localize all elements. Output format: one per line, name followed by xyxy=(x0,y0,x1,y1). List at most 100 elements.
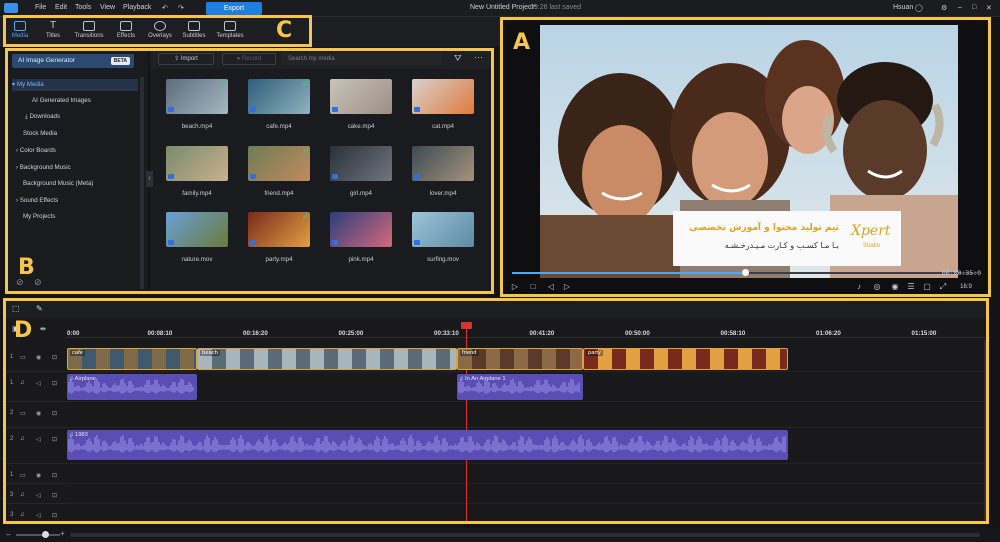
tab-subtitles[interactable]: Subtitles xyxy=(176,20,212,46)
video-clip[interactable]: party xyxy=(583,348,788,370)
scrubber-knob[interactable] xyxy=(741,269,749,276)
export-button[interactable]: Export xyxy=(206,2,262,15)
pen-tool-icon[interactable]: ✎ xyxy=(36,304,43,313)
audio-clip[interactable]: ♫ In An Airplane 1 xyxy=(457,374,583,400)
media-thumbnail[interactable] xyxy=(412,79,474,114)
tab-effects[interactable]: Effects xyxy=(108,20,144,46)
next-frame-icon[interactable]: ▷ xyxy=(562,282,572,292)
zoom-slider-knob[interactable] xyxy=(42,531,49,538)
play-icon[interactable]: ▷ xyxy=(510,282,520,292)
library-item-my-media[interactable]: ▾ My Media xyxy=(12,81,44,88)
lock-icon[interactable]: ⊡ xyxy=(52,436,57,443)
stop-icon[interactable]: □ xyxy=(528,282,538,292)
track-row[interactable] xyxy=(66,484,988,504)
track-row[interactable] xyxy=(66,504,988,523)
fit-icon[interactable]: ▢ xyxy=(922,282,932,292)
record-voice-icon[interactable]: ◉ xyxy=(890,282,900,292)
media-thumbnail[interactable]: ✓ xyxy=(248,212,310,247)
video-clip[interactable]: cafe xyxy=(67,348,197,370)
track-header[interactable]: 1 ▭ ◉ ⊡ xyxy=(6,464,66,484)
user-icon[interactable]: ◯ xyxy=(915,4,923,12)
minimize-icon[interactable]: – xyxy=(958,4,962,11)
track-header[interactable]: 2 ♫ ◁ ⊡ xyxy=(6,428,66,464)
settings-icon[interactable]: ⚙ xyxy=(941,4,947,12)
library-item-sound-effects[interactable]: › Sound Effects xyxy=(16,197,58,204)
import-button[interactable]: ⇪ Import xyxy=(158,53,214,65)
preview-video-frame[interactable]: تیم تولید محتوا و آموزش تخصصی بـا مـا کس… xyxy=(540,25,958,278)
track-header[interactable]: 2 ▭ ◉ ⊡ xyxy=(6,402,66,428)
filter-icon[interactable]: ⛛ xyxy=(454,53,462,64)
media-thumbnail[interactable] xyxy=(166,146,228,181)
menu-edit[interactable]: Edit xyxy=(55,4,67,11)
menu-file[interactable]: File xyxy=(35,4,46,11)
media-thumbnail[interactable] xyxy=(330,79,392,114)
media-thumbnail[interactable] xyxy=(412,146,474,181)
library-item-stock-media[interactable]: Stock Media xyxy=(23,130,57,137)
close-icon[interactable]: ✕ xyxy=(986,4,992,12)
track-header[interactable]: 1 ▭ ◉ ⊡ xyxy=(6,346,66,372)
audio-clip[interactable]: ♫ 1983 xyxy=(67,430,788,460)
tab-transitions[interactable]: Transitions xyxy=(71,20,107,46)
lock-icon[interactable]: ⊡ xyxy=(52,512,57,519)
mute-icon[interactable]: ◁ xyxy=(36,492,41,499)
library-item-downloads[interactable]: ⤓ Downloads xyxy=(25,113,60,121)
video-clip[interactable]: beach xyxy=(197,348,457,370)
track-row[interactable] xyxy=(66,464,988,484)
tab-titles[interactable]: T Titles xyxy=(35,20,71,46)
video-clip[interactable]: friend xyxy=(457,348,583,370)
visibility-icon[interactable]: ◉ xyxy=(36,472,41,479)
lock-icon[interactable]: ⊡ xyxy=(52,410,57,417)
library-item-my-projects[interactable]: My Projects xyxy=(23,213,55,220)
lock-icon[interactable]: ⊡ xyxy=(52,380,57,387)
record-button[interactable]: ● Record xyxy=(222,53,276,65)
search-input[interactable]: Search my media xyxy=(282,53,442,65)
lock-icon[interactable]: ⊡ xyxy=(52,492,57,499)
track-row[interactable] xyxy=(66,402,988,428)
fit-timeline-icon[interactable]: ⇹ xyxy=(40,325,46,333)
media-thumbnail[interactable]: ✓ xyxy=(166,79,228,114)
media-thumbnail[interactable] xyxy=(412,212,474,247)
more-icon[interactable]: ⋯ xyxy=(474,52,483,63)
media-thumbnail[interactable]: ✓ xyxy=(248,146,310,181)
fullscreen-icon[interactable]: ⤢ xyxy=(938,282,948,292)
visibility-icon[interactable]: ◉ xyxy=(36,354,41,361)
tab-templates[interactable]: Templates xyxy=(212,20,248,46)
volume-icon[interactable]: ♪ xyxy=(854,282,864,292)
menu-playback[interactable]: Playback xyxy=(123,4,151,11)
preview-scrubber[interactable] xyxy=(512,269,977,276)
aspect-ratio-button[interactable]: 16:9 xyxy=(954,282,978,292)
timeline-vscrollbar[interactable] xyxy=(984,340,988,520)
media-thumbnail[interactable] xyxy=(330,212,392,247)
audio-clip[interactable]: ♫ Airplane xyxy=(67,374,197,400)
timeline-hscrollbar[interactable] xyxy=(70,533,980,537)
media-thumbnail[interactable]: ✓ xyxy=(248,79,310,114)
media-thumbnail[interactable] xyxy=(166,212,228,247)
tab-overlays[interactable]: Overlays xyxy=(142,20,178,46)
lock-icon[interactable]: ⊡ xyxy=(52,472,57,479)
snapshot-icon[interactable]: ◎ xyxy=(872,282,882,292)
visibility-icon[interactable]: ◉ xyxy=(36,410,41,417)
library-item-color-boards[interactable]: › Color Boards xyxy=(16,147,56,154)
user-name[interactable]: Hsuan xyxy=(893,4,913,11)
redo-icon[interactable]: ↷ xyxy=(178,4,184,12)
panel-scrollbar[interactable] xyxy=(140,77,144,289)
timeline-ruler[interactable]: 0:00 00:08:10 00:16:20 00:25:00 00:33:10 00:4… xyxy=(66,324,988,338)
remove-folder-icon[interactable]: ⊘ xyxy=(34,277,42,288)
lock-icon[interactable]: ⊡ xyxy=(52,354,57,361)
mute-icon[interactable]: ◁ xyxy=(36,512,41,519)
prev-frame-icon[interactable]: ◁ xyxy=(546,282,556,292)
subtitle-icon[interactable]: ☰ xyxy=(906,282,916,292)
menu-tools[interactable]: Tools xyxy=(75,4,91,11)
undo-icon[interactable]: ↶ xyxy=(162,4,168,12)
menu-view[interactable]: View xyxy=(100,4,115,11)
library-item-ai-images[interactable]: AI Generated Images xyxy=(32,97,91,104)
tab-media[interactable]: Media xyxy=(2,20,38,46)
media-thumbnail[interactable] xyxy=(330,146,392,181)
zoom-out-icon[interactable]: – xyxy=(6,530,10,539)
mute-icon[interactable]: ◁ xyxy=(36,436,41,443)
track-header[interactable]: 3 ♫ ◁ ⊡ xyxy=(6,484,66,504)
track-header[interactable]: 3 ♫ ◁ ⊡ xyxy=(6,504,66,523)
collapse-panel-handle[interactable]: ‹ xyxy=(146,171,153,187)
mute-icon[interactable]: ◁ xyxy=(36,380,41,387)
zoom-slider[interactable] xyxy=(16,534,60,536)
